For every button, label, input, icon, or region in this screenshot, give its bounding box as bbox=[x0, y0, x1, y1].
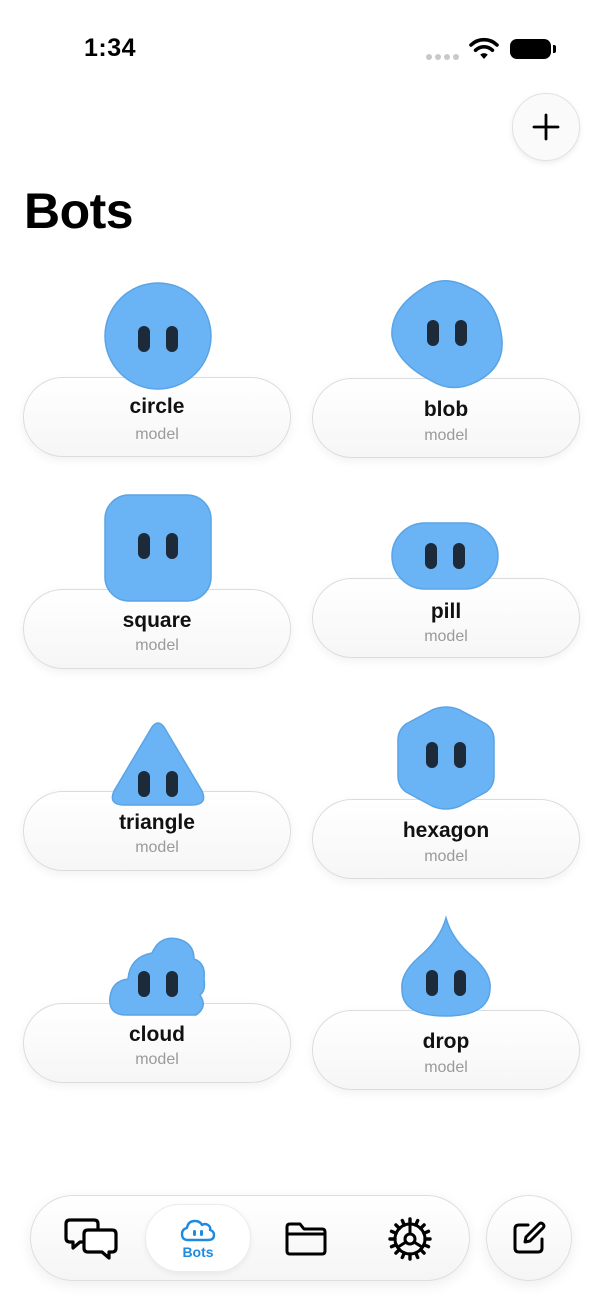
bot-avatar-square-icon bbox=[104, 494, 212, 602]
bot-name: blob bbox=[423, 398, 469, 421]
compose-button[interactable] bbox=[486, 1195, 572, 1281]
add-bot-button[interactable] bbox=[512, 93, 580, 161]
bot-name: cloud bbox=[129, 1023, 185, 1046]
tab-chats[interactable] bbox=[53, 1196, 131, 1282]
tab-bots-label: Bots bbox=[182, 1244, 214, 1260]
bot-model: model bbox=[424, 427, 468, 444]
tab-bar: Bots bbox=[30, 1195, 470, 1281]
bot-model: model bbox=[135, 637, 179, 654]
gear-icon bbox=[388, 1217, 432, 1261]
bot-name: triangle bbox=[119, 811, 195, 834]
bot-avatar-blob-icon bbox=[391, 280, 503, 389]
bot-model: model bbox=[424, 1059, 468, 1076]
bot-avatar-circle-icon bbox=[104, 282, 212, 390]
bot-avatar-hexagon-icon bbox=[397, 706, 495, 810]
bot-avatar-drop-icon bbox=[401, 915, 491, 1017]
chat-bubbles-icon bbox=[64, 1218, 118, 1260]
wifi-icon bbox=[469, 37, 499, 59]
battery-icon bbox=[510, 39, 556, 59]
bot-name: pill bbox=[430, 600, 462, 623]
signal-dots-icon bbox=[426, 54, 460, 60]
page-title: Bots bbox=[24, 183, 134, 239]
tab-bots[interactable]: Bots bbox=[145, 1196, 251, 1282]
bot-name: hexagon bbox=[402, 819, 490, 842]
tab-settings[interactable] bbox=[371, 1196, 449, 1282]
bot-name: drop bbox=[422, 1030, 470, 1053]
bot-avatar-triangle-icon bbox=[111, 722, 205, 806]
bot-model: model bbox=[424, 848, 468, 865]
bot-model: model bbox=[135, 839, 179, 856]
bot-model: model bbox=[424, 628, 468, 645]
bot-cloud-icon bbox=[180, 1219, 216, 1242]
compose-icon bbox=[513, 1221, 546, 1254]
bot-model: model bbox=[135, 426, 179, 443]
tab-files[interactable] bbox=[267, 1196, 345, 1282]
status-time: 1:34 bbox=[84, 34, 137, 62]
bot-model: model bbox=[135, 1051, 179, 1068]
bot-avatar-pill-icon bbox=[391, 522, 499, 590]
bot-name: circle bbox=[129, 395, 185, 418]
folder-icon bbox=[285, 1222, 327, 1256]
bot-avatar-cloud-icon bbox=[109, 937, 206, 1016]
bot-name: square bbox=[122, 609, 192, 632]
plus-icon bbox=[532, 113, 560, 141]
